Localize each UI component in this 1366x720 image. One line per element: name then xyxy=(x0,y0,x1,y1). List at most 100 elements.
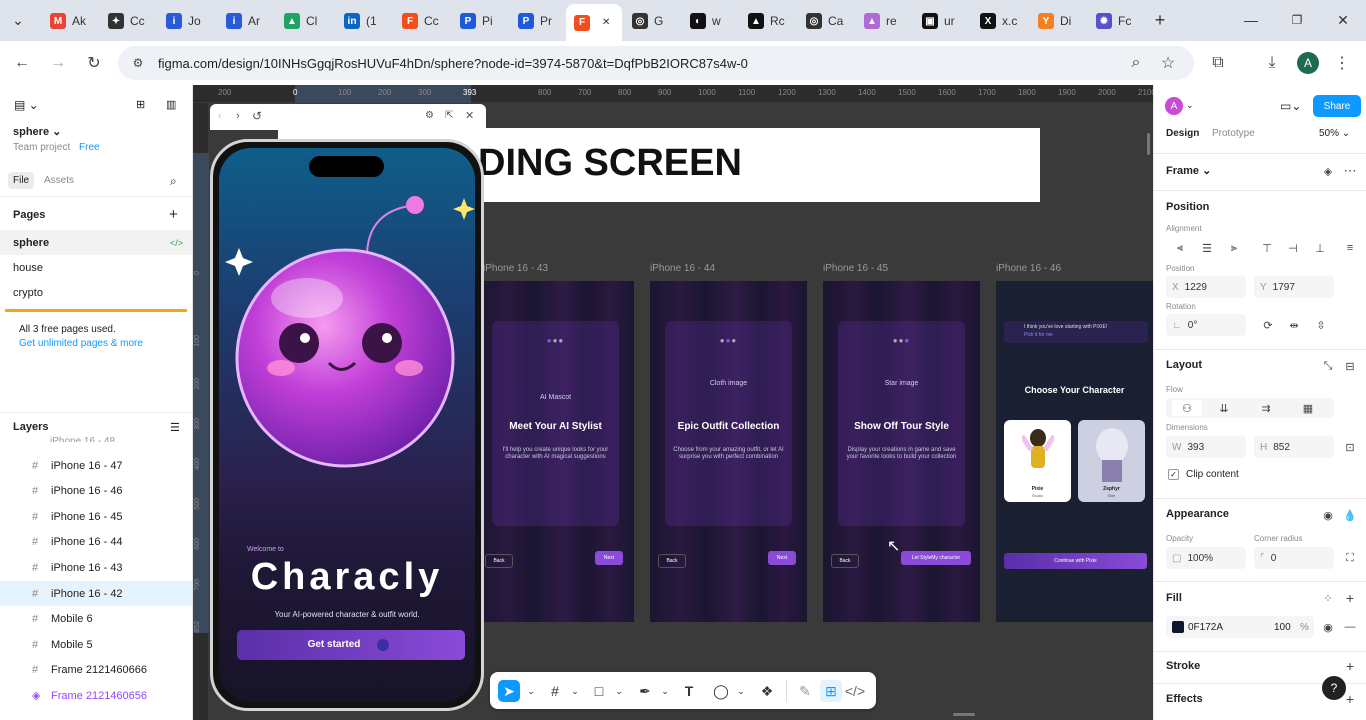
move-dropdown-icon[interactable]: ⌄ xyxy=(520,680,542,702)
align-right-icon[interactable]: ⫸ xyxy=(1226,240,1242,256)
browser-menu-icon[interactable]: ⋮ xyxy=(1330,51,1354,75)
frame-dropdown-icon[interactable]: ⌄ xyxy=(564,680,586,702)
align-bottom-icon[interactable]: ⊥ xyxy=(1312,240,1328,256)
browser-tab[interactable]: ▲ re xyxy=(856,6,910,36)
tab-assets[interactable]: Assets xyxy=(44,175,74,186)
page-item[interactable]: house xyxy=(0,255,192,280)
frame-label[interactable]: iPhone 16 - 44 xyxy=(650,263,715,274)
opacity-value[interactable]: 100% xyxy=(1187,553,1213,564)
preview-settings-icon[interactable]: ⚙ xyxy=(425,110,434,121)
layer-row[interactable]: # iPhone 16 - 45 xyxy=(0,504,192,529)
constraints-icon[interactable]: ⊡ xyxy=(1342,439,1358,455)
next-button[interactable]: Next xyxy=(768,551,796,565)
rotation-input[interactable]: ∟ 0° xyxy=(1166,314,1246,336)
iphone-frame[interactable]: I think you've love starting with PIXIE!… xyxy=(996,281,1153,622)
draw-mode-icon[interactable]: ✎ xyxy=(794,680,816,702)
iphone-frame[interactable]: ●●● Star image Show Off Tour Style Display … xyxy=(823,281,980,622)
actions-tool-icon[interactable]: ❖ xyxy=(756,680,778,702)
layer-row[interactable]: # Mobile 5 xyxy=(0,632,192,657)
avatar-chevron-icon[interactable]: ⌄ xyxy=(1186,100,1194,111)
page-item[interactable]: crypto xyxy=(0,280,192,305)
get-started-button[interactable]: Get started xyxy=(237,630,465,660)
corner-radius-value[interactable]: 0 xyxy=(1271,553,1277,564)
vertical-scrollbar[interactable] xyxy=(1147,133,1150,155)
present-icon[interactable]: ▭⌄ xyxy=(1280,99,1301,113)
extensions-icon[interactable]: ⧉ xyxy=(1206,51,1230,75)
blend-mode-icon[interactable]: 💧 xyxy=(1342,507,1358,523)
clip-content-checkbox[interactable]: ✓ xyxy=(1168,469,1179,480)
browser-tab[interactable]: ✹ Fc xyxy=(1088,6,1142,36)
share-button[interactable]: Share xyxy=(1313,95,1361,117)
toggle-sidebar-icon[interactable]: ▥ xyxy=(166,98,176,111)
tab-prototype[interactable]: Prototype xyxy=(1212,128,1255,139)
x-position-input[interactable]: X 1229 xyxy=(1166,276,1246,298)
height-input[interactable]: H 852 xyxy=(1254,436,1334,458)
character-card-pixie[interactable]: Pixie Studio xyxy=(1004,420,1071,502)
frame-label[interactable]: iPhone 16 - 43 xyxy=(483,263,548,274)
fill-row[interactable]: 0F172A 100 % xyxy=(1166,616,1314,638)
browser-tab[interactable]: i Ar xyxy=(218,6,272,36)
flow-freeform-icon[interactable]: ⚇ xyxy=(1172,400,1202,416)
frame-type-label[interactable]: Frame ⌄ xyxy=(1166,164,1211,177)
bubble-link[interactable]: Pick it for me xyxy=(1024,332,1053,338)
browser-tab[interactable]: in (1 xyxy=(336,6,390,36)
continue-button[interactable]: Continue with Pixie xyxy=(1004,553,1147,569)
upgrade-link[interactable]: Get unlimited pages & more xyxy=(19,338,143,349)
horizontal-scrollbar[interactable] xyxy=(953,713,975,716)
bookmark-star-icon[interactable]: ☆ xyxy=(1156,51,1180,75)
auto-layout-icon[interactable]: ⊟ xyxy=(1342,358,1358,374)
plan-badge[interactable]: Free xyxy=(79,142,100,153)
y-value[interactable]: 1797 xyxy=(1273,282,1295,293)
add-stroke-plus-icon[interactable]: + xyxy=(1342,658,1358,674)
frame-label[interactable]: iPhone 16 - 45 xyxy=(823,263,888,274)
tab-search-chevron-icon[interactable]: ⌄ xyxy=(8,10,28,30)
flip-vertical-icon[interactable]: ⇳ xyxy=(1313,317,1329,333)
actions-icon[interactable]: ⊞ xyxy=(136,98,145,111)
back-arrow-icon[interactable]: ← xyxy=(10,51,34,75)
back-button[interactable]: Back xyxy=(831,554,859,568)
browser-tab[interactable]: ◎ G xyxy=(624,6,678,36)
url-text[interactable]: figma.com/design/10INHsGgqjRosHUVuF4hDn/… xyxy=(158,56,748,71)
help-button[interactable]: ? xyxy=(1322,676,1346,700)
character-card-zephyr[interactable]: Zephyr Elite xyxy=(1078,420,1145,502)
distribute-icon[interactable]: ≡ xyxy=(1342,240,1358,256)
layer-row[interactable]: # iPhone 16 - 42 xyxy=(0,581,192,606)
open-in-new-icon[interactable]: ⇱ xyxy=(445,110,453,121)
move-tool-icon[interactable]: ➤ xyxy=(498,680,520,702)
browser-tab[interactable]: ◎ Ca xyxy=(798,6,852,36)
file-name[interactable]: sphere ⌄ xyxy=(13,125,61,138)
url-field[interactable]: ⚙ figma.com/design/10INHsGgqjRosHUVuF4hD… xyxy=(118,46,1194,80)
zoom-level[interactable]: 50% ⌄ xyxy=(1319,128,1350,139)
add-page-plus-icon[interactable]: + xyxy=(169,206,178,223)
zoom-magnifier-icon[interactable]: ⌕ xyxy=(1124,51,1148,75)
text-tool-icon[interactable]: T xyxy=(678,680,700,702)
user-avatar[interactable]: A xyxy=(1165,97,1183,115)
browser-tab[interactable]: F ✕ xyxy=(566,4,622,41)
collapse-layers-icon[interactable]: ☰ xyxy=(170,421,180,434)
browser-tab[interactable]: ◐ w xyxy=(682,6,736,36)
iphone-frame[interactable]: ●●● Cloth image Epic Outfit Collection Choo… xyxy=(650,281,807,622)
opacity-input[interactable]: ▢ 100% xyxy=(1166,547,1246,569)
layer-row[interactable]: # Mobile 6 xyxy=(0,607,192,632)
layer-row[interactable]: # iPhone 16 - 47 xyxy=(0,453,192,478)
comment-tool-icon[interactable]: ◯ xyxy=(710,680,732,702)
layer-row[interactable]: ◈ Frame 2121460656 xyxy=(0,683,192,708)
independent-corners-icon[interactable]: ⛶ xyxy=(1342,550,1358,566)
browser-tab[interactable]: ▲ Cl xyxy=(276,6,330,36)
next-button[interactable]: Let StyleMy character xyxy=(901,551,971,565)
phone-preview[interactable]: Welcome to Characly Your AI-powered char… xyxy=(210,139,484,711)
browser-tab[interactable]: i Jo xyxy=(158,6,212,36)
browser-tab[interactable]: ✦ Cc xyxy=(100,6,154,36)
align-left-icon[interactable]: ⫷ xyxy=(1172,240,1188,256)
site-settings-icon[interactable]: ⚙ xyxy=(126,51,150,75)
align-top-icon[interactable]: ⊤ xyxy=(1259,240,1275,256)
back-button[interactable]: Back xyxy=(658,554,686,568)
browser-tab[interactable]: ▲ Rc xyxy=(740,6,794,36)
new-tab-plus-icon[interactable]: + xyxy=(1150,10,1170,30)
restore-icon[interactable]: ❐ xyxy=(1287,10,1307,30)
layer-row[interactable]: # iPhone 16 - 44 xyxy=(0,530,192,555)
fill-hex[interactable]: 0F172A xyxy=(1188,622,1223,633)
preview-close-icon[interactable]: ✕ xyxy=(465,109,474,122)
frame-tool-icon[interactable]: # xyxy=(544,680,566,702)
remove-fill-minus-icon[interactable]: — xyxy=(1342,619,1358,635)
